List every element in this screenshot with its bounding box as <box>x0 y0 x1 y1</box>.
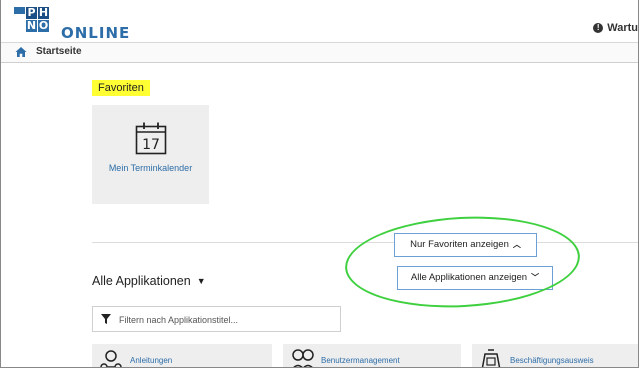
section-divider <box>92 242 638 243</box>
applications-heading[interactable]: Alle Applikationen ▼ <box>92 274 206 288</box>
logo-letter-n: N <box>26 19 37 32</box>
favorite-tile-label: Mein Terminkalender <box>108 163 193 173</box>
filter-box <box>92 306 341 332</box>
maintenance-notice[interactable]: ! Wartu <box>593 22 638 34</box>
info-icon: ! <box>593 23 604 33</box>
chevron-down-icon: ﹀ <box>531 273 540 282</box>
instructions-icon <box>100 350 122 367</box>
favorite-tile-terminkalender[interactable]: 17 Mein Terminkalender <box>92 105 209 204</box>
all-applications-label: Alle Applikationen anzeigen <box>410 272 528 283</box>
app-tile-beschaeftigungsausweis[interactable]: Beschäftigungsausweis <box>472 344 638 367</box>
user-management-icon <box>292 349 314 367</box>
filter-icon <box>101 314 111 324</box>
app-tile-benutzermanagement[interactable]: Benutzermanagement <box>283 344 461 367</box>
app-tile-label: Beschäftigungsausweis <box>510 356 594 365</box>
annotation-circle <box>342 210 583 314</box>
breadcrumb: Startseite <box>1 43 638 63</box>
app-tile-anleitungen[interactable]: Anleitungen <box>92 344 272 367</box>
app-tile-label: Anleitungen <box>130 356 173 365</box>
filter-input[interactable] <box>117 311 336 329</box>
chevron-up-icon: ︿ <box>512 240 521 249</box>
app-tile-label: Benutzermanagement <box>321 356 400 365</box>
logo-letter-h: H <box>38 6 49 19</box>
only-favorites-label: Nur Favoriten anzeigen <box>410 239 509 250</box>
caret-down-icon: ▼ <box>196 276 206 286</box>
applications-heading-text: Alle Applikationen <box>92 274 191 288</box>
id-card-icon <box>481 349 501 367</box>
calendar-day: 17 <box>142 137 160 153</box>
logo-letter-p: P <box>26 6 37 19</box>
top-bar: P H N O ONLINE ! Wartu <box>1 0 638 43</box>
maintenance-notice-text: Wartu <box>607 22 638 34</box>
breadcrumb-startseite[interactable]: Startseite <box>36 46 82 57</box>
only-favorites-button[interactable]: Nur Favoriten anzeigen ︿ <box>394 233 537 257</box>
app-window: P H N O ONLINE ! Wartu Startseite Favorit… <box>0 0 639 368</box>
home-icon[interactable] <box>15 46 27 58</box>
all-applications-button[interactable]: Alle Applikationen anzeigen ﹀ <box>397 266 553 290</box>
ph-logo[interactable]: P H N O <box>14 7 58 37</box>
logo-text: ONLINE <box>61 24 131 42</box>
logo-letter-o: O <box>38 19 49 32</box>
calendar-icon: 17 <box>135 122 167 155</box>
favorites-heading: Favoriten <box>92 80 150 96</box>
